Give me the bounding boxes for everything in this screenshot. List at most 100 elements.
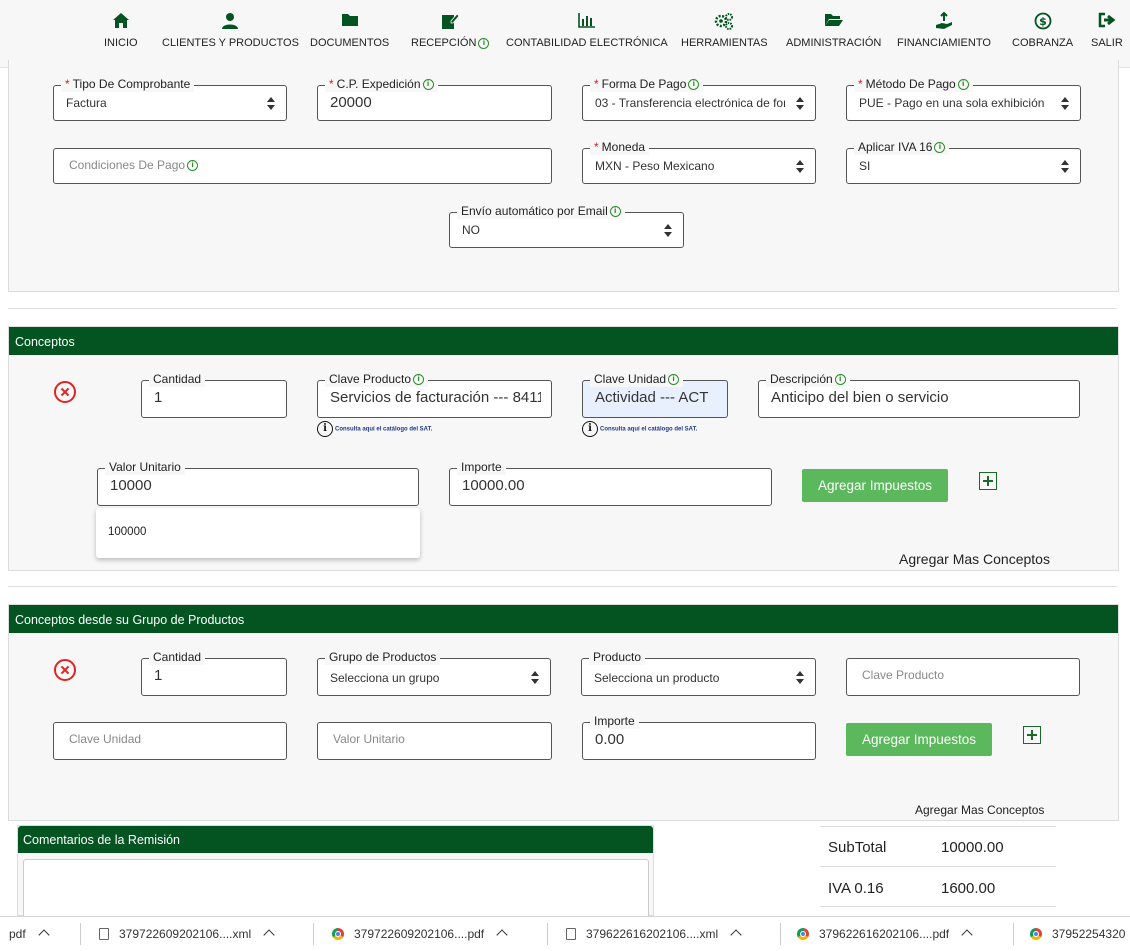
field-label: Moneda [601, 140, 646, 154]
info-icon: i [187, 160, 199, 172]
chevron-up-icon[interactable] [730, 929, 742, 941]
total-value: 10000.00 [941, 839, 1004, 856]
field-label: Aplicar IVA 16 [858, 140, 933, 154]
download-item[interactable]: 379722609202106....xml [81, 917, 314, 949]
select-arrow-icon [664, 224, 672, 238]
download-item[interactable]: pdf [0, 917, 81, 949]
moneda-select[interactable]: * Moneda MXN - Peso Mexicano [582, 139, 816, 184]
field-placeholder: Clave Producto [862, 668, 945, 682]
nav-salir[interactable]: SALIR [1091, 12, 1123, 49]
grupo-agregar-impuestos-button[interactable]: Agregar Impuestos [846, 723, 992, 756]
add-group-concept-plus-icon[interactable] [1023, 726, 1041, 744]
comentarios-textarea[interactable] [23, 859, 649, 919]
catalog-link[interactable]: i Consulta aquí el catálogo del SAT. [317, 421, 432, 437]
nav-contabilidad[interactable]: CONTABILIDAD ELECTRÓNICA [506, 12, 668, 49]
grupo-cantidad-input[interactable]: Cantidad 1 [141, 649, 287, 696]
add-concept-plus-icon[interactable] [979, 472, 997, 490]
valor-unitario-input[interactable]: Valor Unitario 10000 [97, 459, 419, 506]
iva-row: IVA 0.16 1600.00 [820, 866, 1056, 907]
download-item[interactable]: 379722609202106....pdf [314, 917, 548, 949]
aplicar-iva-select[interactable]: Aplicar IVA 16 i SI [846, 139, 1081, 184]
nav-administracion[interactable]: ADMINISTRACIÓN [786, 12, 881, 49]
tipo-comprobante-select[interactable]: * Tipo De Comprobante Factura [53, 76, 287, 121]
nav-label: CONTABILIDAD ELECTRÓNICA [506, 37, 668, 49]
info-icon: i [688, 79, 700, 91]
chrome-icon [1030, 928, 1042, 940]
nav-inicio[interactable]: INICIO [104, 12, 138, 49]
field-value: Selecciona un grupo [330, 671, 440, 685]
file-icon [99, 928, 109, 940]
hand-money-icon [897, 12, 991, 32]
nav-documentos[interactable]: DOCUMENTOS [310, 12, 389, 49]
nav-herramientas[interactable]: HERRAMIENTAS [681, 12, 768, 49]
producto-select[interactable]: Producto Selecciona un producto [581, 649, 816, 696]
field-value: 20000 [330, 94, 372, 111]
grupo-clave-producto-input[interactable]: Clave Producto [846, 658, 1080, 696]
chevron-up-icon[interactable] [263, 929, 275, 941]
grupo-clave-unidad-input[interactable]: Clave Unidad [53, 722, 287, 760]
cp-expedicion-input[interactable]: * C.P. Expedición i 20000 [317, 76, 552, 121]
divider [8, 308, 1117, 309]
descripcion-input[interactable]: Descripción i Anticipo del bien o servici… [758, 371, 1080, 418]
cantidad-input[interactable]: Cantidad 1 [141, 371, 287, 418]
info-icon: i [478, 37, 490, 49]
grupo-productos-select[interactable]: Grupo de Productos Selecciona un grupo [317, 649, 551, 696]
clave-unidad-input[interactable]: Clave Unidad i Actividad --- ACT [582, 371, 728, 418]
envio-email-select[interactable]: Envío automático por Email i NO [449, 203, 684, 248]
importe-input[interactable]: Importe 10000.00 [449, 459, 772, 506]
field-label: Clave Producto [329, 372, 412, 386]
condiciones-pago-input[interactable]: Condiciones De Pago i [53, 148, 552, 184]
chrome-icon [797, 928, 809, 940]
field-label: Importe [590, 713, 639, 729]
field-label: Valor Unitario [105, 459, 185, 475]
nav-recepcion[interactable]: RECEPCIÓN i [411, 12, 490, 49]
forma-pago-select[interactable]: * Forma De Pago i 03 - Transferencia elect… [582, 76, 816, 121]
user-icon [162, 12, 299, 32]
download-item[interactable]: 379622616202106....pdf [781, 917, 1014, 949]
chevron-up-icon[interactable] [496, 929, 508, 941]
nav-label: DOCUMENTOS [310, 37, 390, 49]
select-arrow-icon [796, 160, 804, 174]
field-placeholder: Condiciones De Pago [69, 158, 186, 172]
folder-icon [310, 12, 389, 32]
info-circle-icon: i [317, 421, 333, 437]
agregar-mas-conceptos-link[interactable]: Agregar Mas Conceptos [899, 551, 1050, 567]
grupo-agregar-mas-conceptos-link[interactable]: Agregar Mas Conceptos [915, 803, 1044, 817]
edit-document-icon [411, 12, 489, 32]
autocomplete-option[interactable]: 100000 [108, 526, 146, 538]
grupo-valor-unitario-input[interactable]: Valor Unitario [317, 722, 552, 760]
field-label: Descripción [770, 372, 833, 386]
catalog-link[interactable]: i Consulta aquí el catálogo del SAT. [582, 421, 697, 437]
nav-financiamiento[interactable]: FINANCIAMIENTO [897, 12, 991, 49]
info-icon: i [422, 79, 434, 91]
field-label: Forma De Pago [601, 77, 687, 91]
field-value: 10000 [110, 477, 152, 494]
nav-label: CLIENTES Y PRODUCTOS [162, 37, 299, 49]
select-arrow-icon [531, 671, 539, 685]
nav-label: FINANCIAMIENTO [897, 37, 991, 49]
download-filename: 379722609202106....pdf [354, 927, 485, 941]
field-placeholder: Clave Unidad [69, 732, 142, 746]
download-filename: 379622616202106....pdf [819, 927, 950, 941]
remove-concept-icon[interactable] [54, 381, 76, 403]
agregar-impuestos-button[interactable]: Agregar Impuestos [802, 469, 948, 502]
info-icon: i [668, 374, 680, 386]
field-value: 1 [154, 389, 163, 406]
metodo-pago-select[interactable]: * Método De Pago i PUE - Pago en una sola … [846, 76, 1081, 121]
grupo-importe-input[interactable]: Importe 0.00 [582, 713, 816, 760]
download-filename: 379722609202106....xml [119, 927, 252, 941]
clave-producto-input[interactable]: Clave Producto i Servicios de facturación… [317, 371, 552, 418]
divider [8, 586, 1117, 587]
download-item[interactable]: 37952254320 [1014, 917, 1130, 949]
panel-title: Conceptos [9, 327, 1118, 355]
nav-cobranza[interactable]: $ COBRANZA [1012, 12, 1073, 49]
field-value: Factura [66, 96, 107, 110]
chevron-up-icon[interactable] [38, 929, 50, 941]
nav-clientes-productos[interactable]: CLIENTES Y PRODUCTOS [162, 12, 299, 49]
remove-group-concept-icon[interactable] [54, 659, 76, 681]
chevron-up-icon[interactable] [961, 929, 973, 941]
download-item[interactable]: 379622616202106....xml [548, 917, 781, 949]
field-label: Envío automático por Email [461, 204, 608, 218]
select-arrow-icon [796, 97, 804, 111]
field-value: 1 [154, 667, 163, 684]
